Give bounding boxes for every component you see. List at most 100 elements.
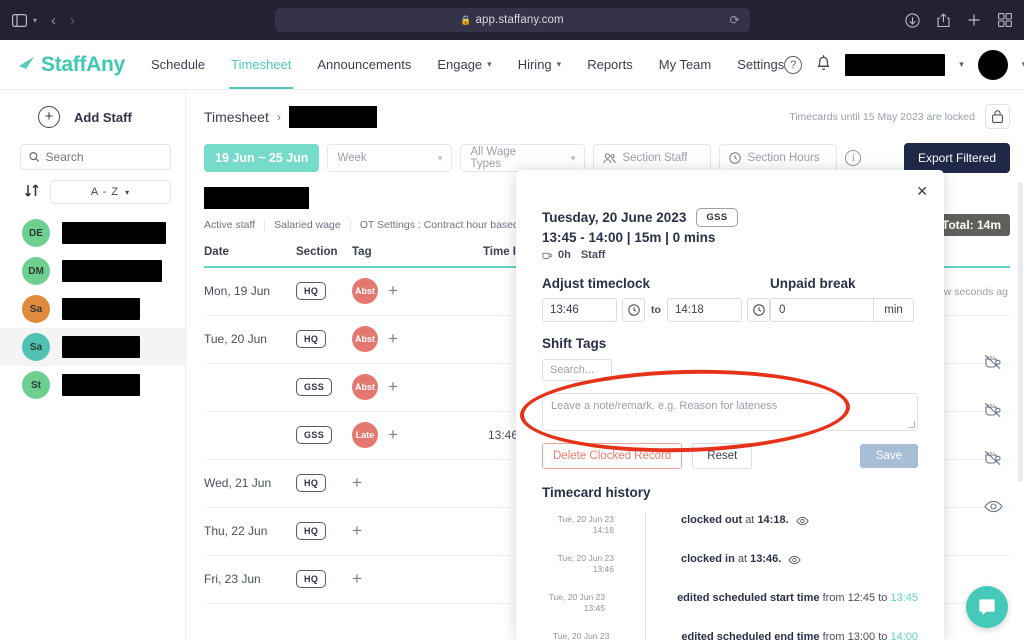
reload-icon[interactable]: ⟳ (729, 13, 739, 27)
close-icon[interactable]: ✕ (916, 184, 928, 198)
clock-in-input[interactable]: 13:46 (542, 298, 618, 322)
lock-note: Timecards until 15 May 2023 are locked (789, 104, 1010, 129)
account-name-redacted (845, 53, 946, 76)
break-hours: 0h (558, 249, 571, 261)
adjust-timeclock-label: Adjust timeclock (542, 276, 651, 291)
back-chevron-icon[interactable]: ‹ (51, 13, 56, 28)
no-break-icon[interactable] (976, 434, 1010, 482)
section-chip[interactable]: GSS (296, 378, 333, 396)
eye-icon[interactable] (788, 555, 802, 568)
question-mark-icon[interactable]: ? (784, 55, 803, 74)
list-item[interactable]: DM (0, 252, 185, 290)
nav-item-reports[interactable]: Reports (587, 40, 633, 89)
modal-actions: Delete Clocked Record Reset Save (542, 443, 918, 469)
breadcrumb-timesheet[interactable]: Timesheet (204, 109, 269, 125)
history-timestamp: Tue, 20 Jun 23 13:45 (542, 590, 605, 615)
list-item-selected[interactable]: Sa (0, 328, 185, 366)
section-chip[interactable]: HQ (296, 474, 327, 492)
unpaid-break-input[interactable]: 0 (770, 298, 874, 322)
cell-date: Thu, 22 Jun (204, 524, 268, 538)
history-from-label: from (822, 631, 845, 640)
section-staff-select[interactable]: Section Staff (593, 144, 712, 172)
list-item[interactable]: DE (0, 214, 185, 252)
nav-item-my-team[interactable]: My Team (659, 40, 712, 89)
nav-item-hiring[interactable]: Hiring ▾ (518, 40, 562, 89)
save-button[interactable]: Save (859, 444, 918, 468)
section-chip[interactable]: HQ (296, 282, 327, 300)
tag-badge[interactable]: Abst (352, 278, 378, 304)
avatar: St (22, 371, 50, 399)
add-staff-button[interactable]: + Add Staff (0, 102, 185, 138)
nav-label: Reports (587, 57, 633, 72)
no-break-icon[interactable] (976, 338, 1010, 386)
clock-out-input[interactable]: 14:18 (666, 298, 743, 322)
section-chip[interactable]: HQ (296, 522, 327, 540)
tag-badge[interactable]: Late (352, 422, 378, 448)
sidebar-chevron-down-icon[interactable]: ▾ (33, 16, 37, 25)
vertical-scrollbar[interactable] (1018, 182, 1023, 482)
avatar[interactable] (977, 49, 1008, 80)
notification-bell-icon[interactable] (816, 54, 831, 76)
note-textarea[interactable]: Leave a note/remark. e.g. Reason for lat… (542, 393, 918, 431)
lock-icon: 🔒 (460, 14, 472, 25)
share-icon[interactable] (937, 12, 950, 28)
tab-overview-icon[interactable] (998, 13, 1012, 27)
shift-summary: 13:45 - 14:00 | 15m | 0 mins (542, 230, 716, 245)
total-badge: Total: 14m (932, 214, 1010, 236)
section-hours-select[interactable]: Section Hours (719, 144, 838, 172)
adjust-grid: Adjust timeclock 13:46 to 14:18 Unpaid b… (542, 276, 918, 322)
sort-arrows-icon[interactable] (24, 183, 40, 201)
nav-item-schedule[interactable]: Schedule (151, 40, 205, 89)
date-range-picker[interactable]: 19 Jun ~ 25 Jun (204, 144, 320, 172)
cell-section: HQ (296, 474, 352, 492)
chat-bubble-icon[interactable] (966, 586, 1008, 628)
section-chip[interactable]: HQ (296, 570, 327, 588)
list-item[interactable]: Sa (0, 290, 185, 328)
eye-icon[interactable] (976, 482, 1010, 530)
info-icon[interactable]: i (845, 150, 862, 166)
sort-order-button[interactable]: A - Z ▾ (50, 180, 171, 204)
clock-icon (729, 152, 742, 164)
wage-type-select[interactable]: All Wage Types ▾ (460, 144, 586, 172)
account-chevron-down-icon[interactable]: ▾ (959, 59, 964, 70)
clock-in-picker-clock-icon[interactable] (622, 298, 646, 322)
nav-label: Timesheet (231, 57, 292, 72)
nav-label: Hiring (517, 57, 552, 72)
period-select[interactable]: Week ▾ (327, 144, 453, 172)
unpaid-break-unit: min (874, 298, 914, 322)
col-date: Date (204, 246, 229, 258)
export-filtered-button[interactable]: Export Filtered (903, 143, 1010, 173)
nav-item-timesheet[interactable]: Timesheet (229, 40, 294, 89)
modal-date-title: Tuesday, 20 June 2023 (542, 210, 687, 225)
history-from-value: 12:45 (847, 592, 876, 604)
delete-clocked-record-button[interactable]: Delete Clocked Record (542, 443, 683, 469)
staff-list: DE DM Sa Sa St (0, 214, 185, 404)
tag-badge[interactable]: Abst (352, 374, 378, 400)
nav-item-announcements[interactable]: Announcements (317, 40, 411, 89)
downloads-icon[interactable] (905, 12, 920, 28)
nav-item-settings[interactable]: Settings (737, 40, 784, 89)
new-tab-icon[interactable] (967, 13, 981, 27)
section-chip[interactable]: GSS (296, 426, 333, 444)
staffany-logo[interactable]: StaffAny (16, 53, 125, 77)
sidebar-toggle-icon[interactable] (12, 13, 27, 27)
nav-label: Engage (437, 57, 483, 72)
reset-button[interactable]: Reset (692, 443, 753, 469)
tag-badge[interactable]: Abst (352, 326, 378, 352)
breadcrumb-separator: › (276, 109, 281, 124)
staff-search[interactable] (20, 144, 171, 170)
eye-icon[interactable] (796, 516, 809, 529)
unpaid-break-row: 0 min (770, 298, 918, 322)
section-chip[interactable]: HQ (296, 330, 327, 348)
nav-item-engage[interactable]: Engage ▾ (437, 40, 491, 89)
shift-tag-search-input[interactable]: Search... (542, 359, 612, 381)
no-break-icon[interactable] (976, 386, 1010, 434)
clock-out-picker-clock-icon[interactable] (747, 298, 770, 322)
search-input[interactable] (45, 150, 162, 164)
filter-bar: 19 Jun ~ 25 Jun Week ▾ All Wage Types ▾ … (204, 143, 1010, 173)
padlock-icon[interactable] (985, 104, 1010, 129)
url-bar[interactable]: 🔒 app.staffany.com ⟳ (274, 8, 750, 32)
forward-chevron-icon[interactable]: › (70, 13, 75, 28)
shift-tags-label: Shift Tags (542, 336, 607, 351)
list-item[interactable]: St (0, 366, 185, 404)
